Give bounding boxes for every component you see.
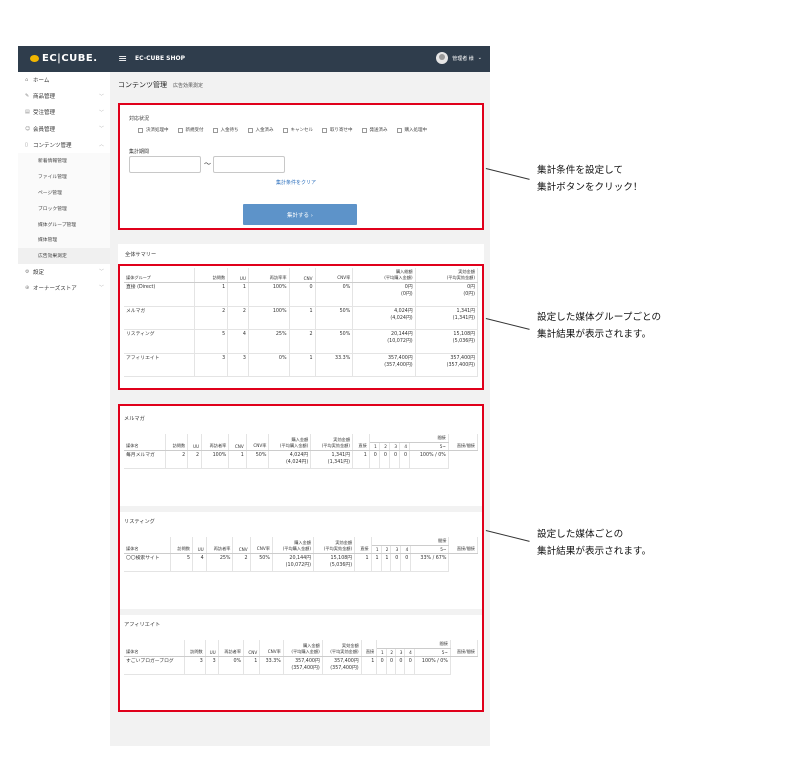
sidebar-sub-media[interactable]: 媒体管理 (18, 231, 110, 248)
chevron-down-icon: ﹀ (98, 93, 104, 100)
sidebar-item-owners-store[interactable]: ⊕ オーナーズストア ﹀ (18, 280, 110, 296)
top-header: EC|CUBE. ≡ EC-CUBE SHOP 管理者 様 ⌄ (18, 46, 490, 72)
page-header: コンテンツ管理 広告効果測定 (118, 80, 203, 90)
sidebar-item-orders[interactable]: ▤ 受注管理 ﹀ (18, 104, 110, 120)
annotation-line-1: 設定した媒体ごとの (537, 529, 624, 540)
sidebar: ⌂ ホーム ✎ 商品管理 ﹀ ▤ 受注管理 ﹀ ☺ 会員管理 ﹀ ▯ コンテンツ管理 ︿ 新着情報… (18, 72, 110, 746)
sidebar-item-label: オーナーズストア (33, 285, 77, 292)
sidebar-sub-media-groups[interactable]: 媒体グループ管理 (18, 216, 110, 232)
sidebar-sub-news[interactable]: 新着情報管理 (18, 152, 110, 169)
sidebar-item-members[interactable]: ☺ 会員管理 ﹀ (18, 121, 110, 137)
sidebar-item-label: 受注管理 (33, 110, 56, 117)
highlight-frame-filter (118, 103, 484, 230)
annotation-line-2: 集計結果が表示されます。 (537, 546, 652, 557)
sidebar-sub-ad-effect[interactable]: 広告効果測定 (18, 247, 110, 264)
home-icon: ⌂ (25, 77, 29, 84)
chevron-down-icon: ﹀ (98, 126, 104, 133)
sidebar-item-settings[interactable]: ⚙ 設定 ﹀ (18, 264, 110, 280)
logo-text: EC|CUBE. (42, 53, 98, 64)
chevron-down-icon: ⌄ (477, 55, 482, 61)
user-menu[interactable]: 管理者 様 ⌄ (436, 52, 482, 64)
sidebar-item-products[interactable]: ✎ 商品管理 ﹀ (18, 88, 110, 104)
logo[interactable]: EC|CUBE. (30, 53, 98, 64)
menu-toggle-icon[interactable]: ≡ (118, 52, 127, 65)
annotation-leader-line (485, 530, 530, 542)
annotation-leader-line (485, 318, 530, 330)
chevron-down-icon: ﹀ (98, 109, 104, 116)
gear-icon: ⚙ (25, 268, 30, 275)
sidebar-item-label: 設定 (33, 269, 45, 276)
sidebar-sub-pages[interactable]: ページ管理 (18, 184, 110, 201)
sidebar-item-label: コンテンツ管理 (33, 142, 72, 149)
chevron-down-icon: ﹀ (98, 285, 104, 292)
annotation-line-1: 集計条件を設定して (537, 165, 624, 176)
summary-title: 全体サマリー (125, 252, 157, 258)
annotation-line-2: 集計ボタンをクリック！ (537, 182, 643, 193)
page-subtitle: 広告効果測定 (173, 83, 204, 89)
sidebar-item-label: 会員管理 (33, 126, 56, 133)
sidebar-item-home[interactable]: ⌂ ホーム (18, 72, 110, 88)
logo-mark-icon (30, 55, 39, 62)
store-icon: ⊕ (25, 284, 30, 291)
highlight-frame-media (118, 404, 484, 712)
sidebar-item-contents[interactable]: ▯ コンテンツ管理 ︿ (18, 137, 110, 153)
chevron-down-icon: ﹀ (98, 269, 104, 276)
annotation-line-2: 集計結果が表示されます。 (537, 329, 652, 340)
sidebar-item-label: 商品管理 (33, 94, 56, 101)
annotation-filter: 集計条件を設定して集計ボタンをクリック！ (537, 162, 643, 196)
user-name: 管理者 様 (452, 55, 474, 62)
shop-name[interactable]: EC-CUBE SHOP (135, 55, 185, 62)
annotation-media: 設定した媒体ごとの集計結果が表示されます。 (537, 526, 651, 560)
tag-icon: ✎ (25, 93, 30, 100)
sidebar-sub-blocks[interactable]: ブロック管理 (18, 200, 110, 217)
avatar (436, 52, 449, 64)
sidebar-item-label: ホーム (33, 78, 50, 85)
annotation-leader-line (485, 168, 530, 180)
cart-icon: ▤ (25, 109, 30, 116)
annotation-summary: 設定した媒体グループごとの 集計結果が表示されます。 (537, 309, 661, 343)
users-icon: ☺ (25, 125, 31, 132)
file-icon: ▯ (25, 141, 28, 148)
annotation-line-1: 設定した媒体グループごとの (537, 312, 662, 323)
chevron-up-icon: ︿ (98, 142, 104, 149)
sidebar-sub-files[interactable]: ファイル管理 (18, 168, 110, 185)
highlight-frame-summary (118, 264, 484, 390)
page-title: コンテンツ管理 (118, 81, 167, 89)
